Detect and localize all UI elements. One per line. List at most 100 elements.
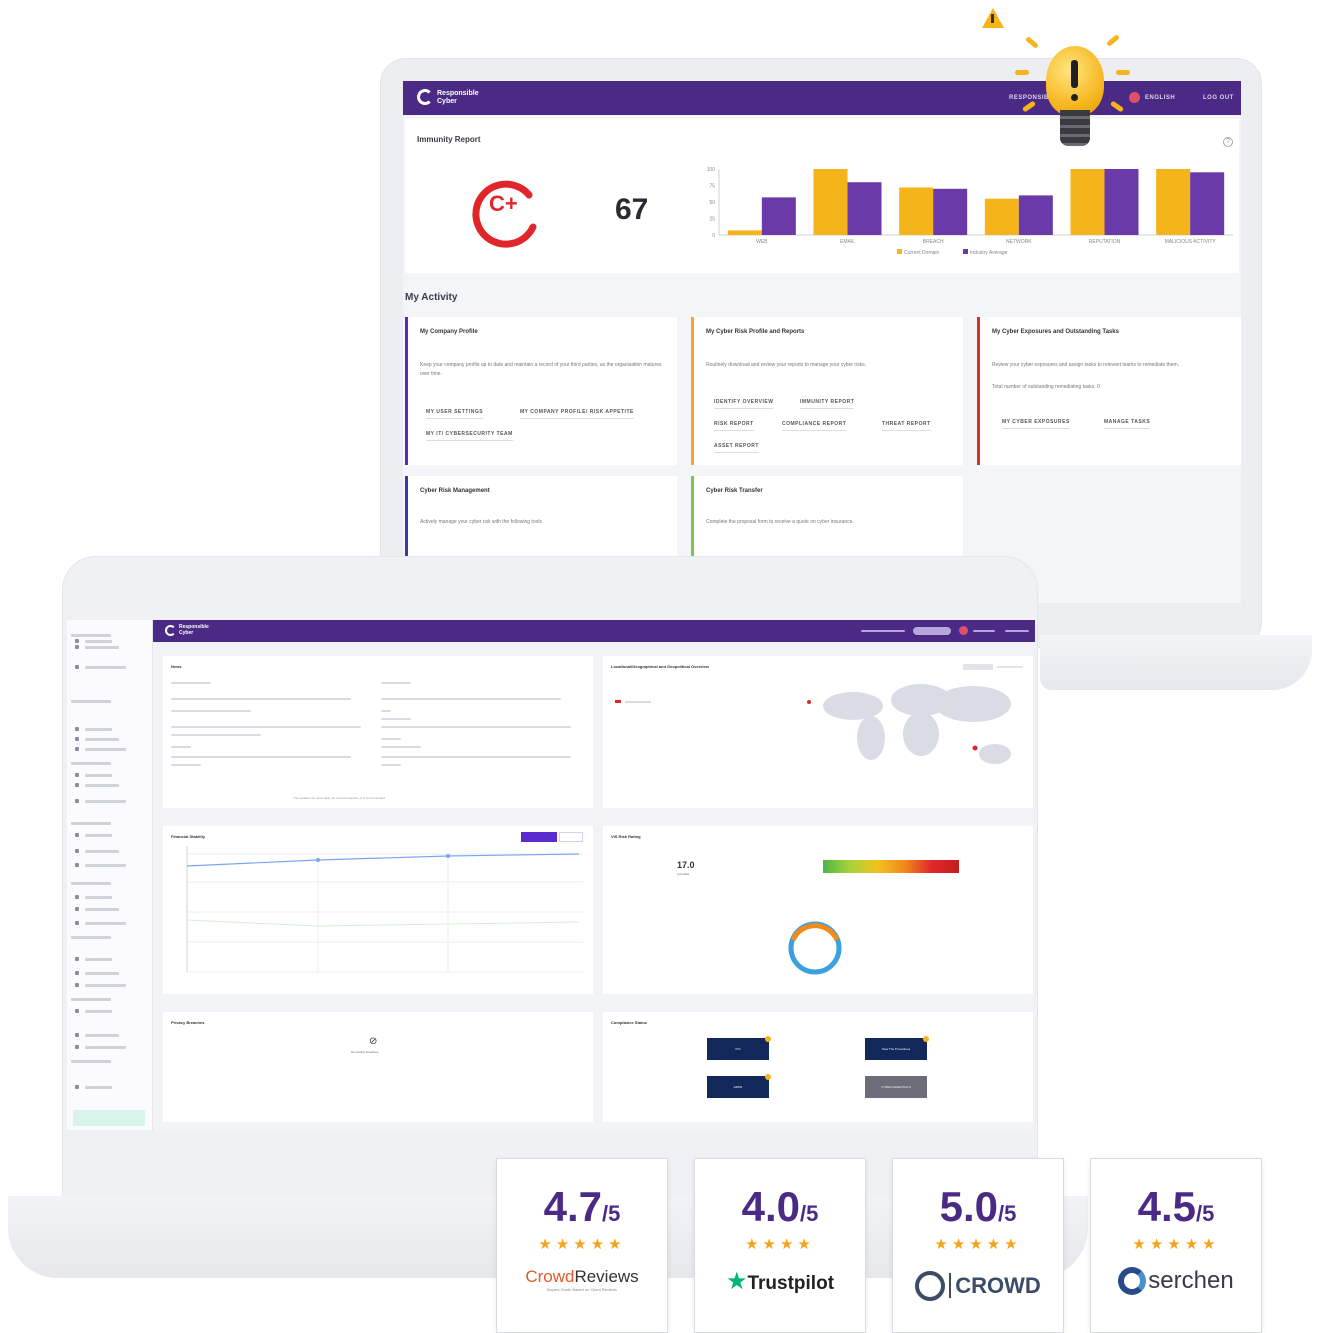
sidebar-item[interactable] [71,762,111,765]
sidebar-item[interactable] [85,774,112,777]
sidebar-item[interactable] [85,640,112,643]
sidebar-item[interactable] [85,834,112,837]
activity-card-button[interactable]: IDENTIFY OVERVIEW [714,399,774,409]
activity-card-button[interactable]: IMMUNITY REPORT [800,399,855,409]
map-card: Locational/Geographical and Geopolitical… [603,656,1033,808]
sidebar-item-icon [75,783,79,787]
activity-card: My Company Profile Keep your company prof… [405,317,677,465]
front-nav-item[interactable] [973,630,995,632]
activity-card-button[interactable]: MANAGE TASKS [1104,419,1151,429]
warning-icon-mark [991,14,994,23]
activity-card-title: Cyber Risk Management [420,488,490,494]
front-nav-item[interactable] [861,630,905,632]
compliance-badge-icon [923,1036,929,1042]
review-platform-logo: CrowdReviews Buyers Guide Based on Client… [497,1267,667,1292]
sidebar-item[interactable] [85,1086,112,1089]
compliance-status-card: Compliance Status PCI View The Procedure… [603,1012,1033,1122]
review-platform-name: Crowd [525,1267,575,1286]
sidebar-item[interactable] [85,984,126,987]
sidebar-item[interactable] [85,958,112,961]
activity-card: My Cyber Exposures and Outstanding Tasks… [977,317,1241,465]
risk-rating-card: VIS Risk Rating 17.0 Low Risk [603,826,1033,994]
language-selector[interactable]: ENGLISH [1145,95,1175,101]
sidebar-item[interactable] [85,1034,119,1037]
rating-value: 5.0/5 [893,1183,1063,1231]
activity-card-button[interactable]: COMPLIANCE REPORT [782,421,847,431]
news-item-line [381,738,401,740]
sidebar-item[interactable] [71,822,111,825]
activity-card-button[interactable]: THREAT REPORT [882,421,931,431]
x-tick-label: WEB [756,239,768,245]
sidebar-item[interactable] [85,666,126,669]
sidebar-item-icon [75,849,79,853]
sidebar-item[interactable] [85,748,126,751]
sidebar-item[interactable] [85,1046,126,1049]
compliance-button-procedures[interactable]: View The Procedures [865,1038,927,1060]
privacy-breaches-card: Privacy Breaches ⊘ No privacy breaches [163,1012,593,1122]
activity-card-button[interactable]: MY COMPANY PROFILE/ RISK APPETITE [520,409,634,419]
sidebar-item[interactable] [85,922,126,925]
lightbulb-exclamation-dot [1071,94,1078,101]
activity-card-button[interactable]: MY USER SETTINGS [426,409,484,419]
news-item-line [171,710,251,712]
light-ray [1106,34,1120,47]
logout-link[interactable]: LOG OUT [1203,95,1234,101]
activity-card-button[interactable]: ASSET REPORT [714,443,759,453]
sidebar-item[interactable] [71,634,111,637]
sidebar-item[interactable] [71,882,111,885]
sidebar-item[interactable] [71,998,111,1001]
activity-card-title: My Company Profile [420,329,478,335]
sidebar-status-highlight [73,1110,145,1126]
rating-card[interactable]: 5.0/5 ★★★★★ CROWD [892,1158,1064,1333]
sidebar-item[interactable] [71,700,111,703]
rating-card[interactable]: 4.0/5 ★★★★ ★Trustpilot [694,1158,866,1333]
sidebar-item[interactable] [85,728,112,731]
sidebar-item[interactable] [85,1010,112,1013]
news-footer: This updates the news daily. No current … [293,796,386,800]
compliance-status-title: Compliance Status [611,1020,648,1025]
sidebar-item[interactable] [85,908,119,911]
front-nav-item[interactable] [1005,630,1029,632]
sidebar-item[interactable] [71,936,111,939]
review-platform-logo: serchen [1091,1267,1261,1295]
financial-stability-card: Financial Stability [163,826,593,994]
sidebar-item[interactable] [85,972,119,975]
help-icon[interactable]: ? [1223,137,1233,147]
sidebar-item[interactable] [85,800,126,803]
activity-card-title: My Cyber Exposures and Outstanding Tasks [992,329,1119,335]
front-globe-icon[interactable] [959,626,968,635]
sidebar-item-icon [75,957,79,961]
activity-card-button[interactable]: MY CYBER EXPOSURES [1002,419,1070,429]
review-platform-icon [915,1271,946,1301]
compliance-button-pci[interactable]: PCI [707,1038,769,1060]
sidebar-item[interactable] [85,850,119,853]
bar-current-domain [899,187,934,235]
sidebar-item[interactable] [85,784,119,787]
activity-card-button[interactable]: MY IT/ CYBERSECURITY TEAM [426,431,513,441]
sidebar-item[interactable] [71,1060,111,1063]
rating-card[interactable]: 4.7/5 ★★★★★ CrowdReviews Buyers Guide Based… [496,1158,668,1333]
front-nav-pill[interactable] [913,627,951,635]
compliance-button-gdpr[interactable]: GDPR [707,1076,769,1098]
rating-card[interactable]: 4.5/5 ★★★★★ serchen [1090,1158,1262,1333]
review-platform-name: Trustpilot [747,1273,835,1294]
compliance-button-cyber-essentials[interactable]: CYBER ESSENTIALS [865,1076,927,1098]
sidebar-item-icon [75,639,79,643]
review-platform-name: ★ [725,1268,748,1295]
activity-card-button[interactable]: RISK REPORT [714,421,754,431]
sidebar-item-icon [75,921,79,925]
back-laptop-base [1040,635,1312,690]
sidebar-item[interactable] [85,646,119,649]
compliance-button-label: GDPR [733,1085,743,1089]
rating-value: 4.7/5 [497,1183,667,1231]
sidebar-item-icon [75,1033,79,1037]
privacy-breaches-title: Privacy Breaches [171,1020,205,1025]
sidebar-item[interactable] [85,864,126,867]
news-title: News [171,664,182,669]
bar-industry-average [847,182,882,235]
sidebar-item[interactable] [85,896,112,899]
x-tick-label: NETWORK [1006,239,1032,245]
star-rating-icon: ★★★★ [745,1236,815,1253]
sidebar-item[interactable] [85,738,119,741]
front-logo-text-line2: Cyber [179,630,194,636]
